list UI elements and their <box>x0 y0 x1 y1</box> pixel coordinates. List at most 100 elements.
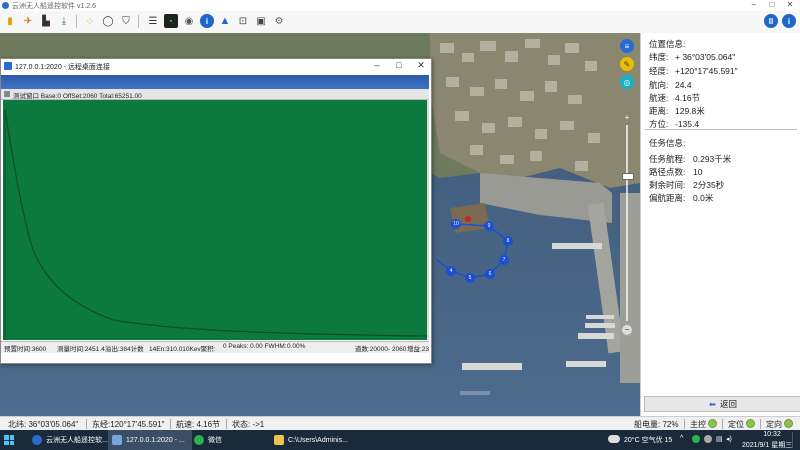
taskbar-app-boat-control[interactable]: 云洲无人船遥控软... <box>28 430 110 450</box>
task-field-label: 剩余时间: <box>649 180 686 190</box>
maximize-icon[interactable]: □ <box>766 0 778 9</box>
map-marker-icon[interactable]: ⊡ <box>236 14 250 28</box>
settings-gear-icon[interactable]: ⚙ <box>272 14 286 28</box>
window-minimize-icon[interactable]: – <box>369 60 385 70</box>
position-field: 航向: 24.4 <box>649 79 692 91</box>
task-field-value: 0.0米 <box>693 193 714 203</box>
camera-icon[interactable]: ◉ <box>182 14 196 28</box>
peaks-readout: 0 Peaks: 0.00 FWHM: <box>223 343 287 350</box>
close-icon[interactable]: ✕ <box>784 0 796 9</box>
spectrum-plot[interactable] <box>3 100 428 340</box>
status-divider <box>722 419 723 429</box>
taskbar-app-remote-desktop[interactable]: 127.0.0.1:2020 - ... <box>108 430 192 450</box>
waypoint-marker[interactable]: 6 <box>485 269 495 279</box>
position-field-value: -135.4 <box>675 119 700 129</box>
taskbar-label: 微信 <box>208 437 222 444</box>
minimize-icon[interactable]: – <box>748 0 760 9</box>
task-field: 任务航程: 0.293千米 <box>649 153 731 165</box>
taskbar-app-explorer[interactable]: C:\Users\Adminis... <box>270 430 354 450</box>
position-info-header: 位置信息: <box>649 39 686 49</box>
tray-chevron-icon[interactable]: ^ <box>680 435 683 442</box>
status-latitude: 北纬: 36°03'05.064" <box>8 420 79 429</box>
position-field-value: 129.8米 <box>675 106 705 116</box>
position-field-value: + 36°03'05.064" <box>675 52 736 62</box>
gain-readout: 增益:23 <box>407 346 429 353</box>
back-button[interactable]: ⬅ 返回 <box>644 396 800 412</box>
waypoint-marker[interactable]: 8 <box>503 236 513 246</box>
taskbar-app-wechat[interactable]: 微信 <box>190 430 272 450</box>
position-field: 航速: 4.16节 <box>649 92 700 104</box>
map-layers-icon[interactable]: ≡ <box>620 39 634 53</box>
task-field: 剩余时间: 2分35秒 <box>649 179 724 191</box>
navigation-arrow-icon[interactable]: ▲ <box>218 14 232 28</box>
status-bar: 北纬: 36°03'05.064" 东经:120°17'45.591" 航速: … <box>0 416 800 431</box>
status-divider <box>760 419 761 429</box>
network-icon[interactable]: ▤ <box>716 435 723 443</box>
zoom-out-icon[interactable]: − <box>622 325 632 335</box>
zoom-in-icon[interactable]: + <box>622 113 632 123</box>
app-info-button[interactable]: i <box>782 14 796 28</box>
back-button-label: 返回 <box>720 399 738 409</box>
energy-readout: 14En:310.010Kev聚积: <box>149 346 216 353</box>
task-field-label: 路径点数: <box>649 167 686 177</box>
ring-icon[interactable]: ◯ <box>101 14 115 28</box>
map-locate-icon[interactable]: ◎ <box>620 75 634 89</box>
zoom-slider-handle[interactable] <box>622 173 634 180</box>
info-icon: i <box>205 16 209 26</box>
status-divider <box>684 419 685 429</box>
zoom-slider-track[interactable] <box>626 125 628 321</box>
list-icon[interactable]: ☰ <box>146 14 160 28</box>
show-desktop-button[interactable] <box>792 432 798 448</box>
task-field: 偏航距离: 0.0米 <box>649 192 713 204</box>
map-ruler-icon[interactable]: ✎ <box>620 57 634 71</box>
heading-indicator-icon <box>784 419 793 428</box>
waypoint-marker[interactable]: 4 <box>446 266 456 276</box>
wechat-icon <box>194 435 204 445</box>
waypoint-marker[interactable]: 9 <box>484 221 494 231</box>
panel-divider <box>645 129 797 130</box>
open-file-icon[interactable]: ▮ <box>3 14 17 28</box>
waypoint-marker[interactable]: 5 <box>465 273 475 283</box>
terminal-icon[interactable]: ▪ <box>164 14 178 28</box>
taskbar-time[interactable]: 10:32 <box>760 431 784 438</box>
taskbar-weather[interactable]: 20°C 空气优 15 <box>624 435 672 445</box>
folder-icon <box>274 435 284 445</box>
task-field: 路径点数: 10 <box>649 166 702 178</box>
window-close-icon[interactable]: ✕ <box>413 60 429 71</box>
download-icon[interactable]: ⤓ <box>57 14 71 28</box>
status-divider <box>86 419 87 429</box>
spectrum-subtitle-bar: 测试窗口 Base:0 OffSet:2060 Total:65251.00 <box>1 89 429 100</box>
status-heading: 定向 <box>766 419 793 430</box>
measure-time: 测量时间:2451.4 <box>57 346 105 353</box>
back-arrow-icon: ⬅ <box>708 398 717 409</box>
toolbar-divider <box>138 15 139 28</box>
task-field-value: 2分35秒 <box>693 180 725 190</box>
plane-icon[interactable]: ✈ <box>21 14 35 28</box>
waypoint-marker[interactable]: 7 <box>499 255 509 265</box>
start-menu-icon[interactable] <box>4 435 14 445</box>
position-field-label: 距离: <box>649 106 669 116</box>
waypoint-marker[interactable]: 10 <box>451 219 461 229</box>
window-maximize-icon[interactable]: □ <box>391 60 407 70</box>
toolbar: ▮ ✈ ▙ ⤓ ⁘ ◯ ⛉ ☰ ▪ ◉ i ▲ ⊡ ▣ ⚙ II i <box>0 11 800 34</box>
plot-scrollbar[interactable] <box>427 100 429 340</box>
position-field-label: 航速: <box>649 93 669 103</box>
shield-icon[interactable]: ⛉ <box>119 14 133 28</box>
grid-icon[interactable]: ⁘ <box>83 14 97 28</box>
status-positioning-label: 定位 <box>728 420 744 429</box>
car-icon[interactable]: ▙ <box>39 14 53 28</box>
pause-button[interactable]: II <box>764 14 778 28</box>
tray-app-icon[interactable] <box>704 435 712 443</box>
position-field: 经度: +120°17'45.591" <box>649 65 738 77</box>
taskbar-label: 127.0.0.1:2020 - ... <box>126 436 185 444</box>
status-positioning: 定位 <box>728 419 755 430</box>
volume-icon[interactable]: ◂) <box>726 435 732 443</box>
tray-wechat-icon[interactable] <box>692 435 700 443</box>
status-divider <box>170 419 171 429</box>
remote-desktop-window[interactable]: 127.0.0.1:2020 - 远程桌面连接 – □ ✕ 测试窗口 Base:… <box>0 58 432 364</box>
position-field-label: 航向: <box>649 80 669 90</box>
task-info-header: 任务信息: <box>649 138 686 148</box>
taskbar-date[interactable]: 2021/9/1 星期三 <box>742 440 792 450</box>
info-button[interactable]: i <box>200 14 214 28</box>
monitor-icon[interactable]: ▣ <box>254 14 268 28</box>
